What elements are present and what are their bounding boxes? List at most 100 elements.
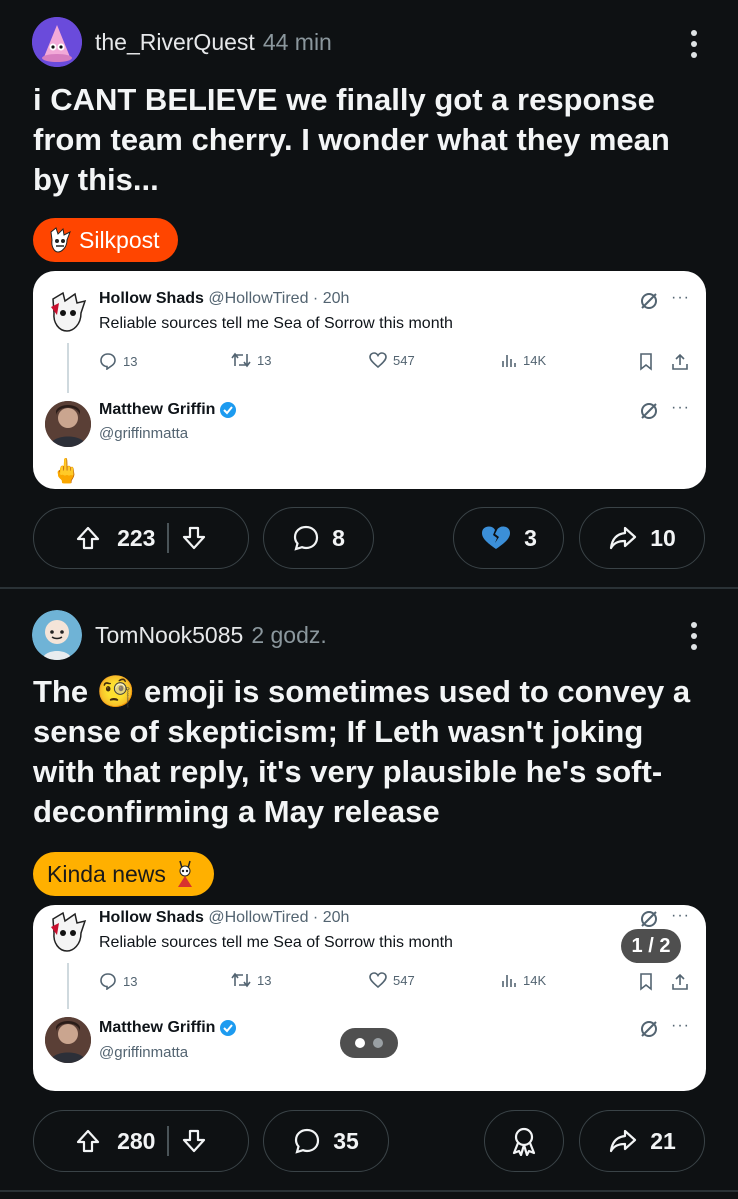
reply-author[interactable]: Matthew Griffin <box>99 1019 237 1037</box>
downvote-icon[interactable] <box>181 1128 207 1154</box>
comment-count: 8 <box>332 524 345 551</box>
share-icon <box>608 525 638 551</box>
retweet-icon <box>231 972 251 988</box>
tweet-author[interactable]: Hollow Shads @HollowTired · 20h <box>99 909 349 927</box>
reply-author[interactable]: Matthew Griffin <box>99 401 237 419</box>
kebab-menu-icon[interactable] <box>690 622 698 655</box>
views-count: 14K <box>523 972 547 988</box>
upvote-icon[interactable] <box>75 1128 101 1154</box>
title-text-start: The <box>33 674 97 709</box>
vote-divider <box>167 1126 169 1156</box>
retweet-icon <box>231 352 251 368</box>
username[interactable]: the_RiverQuest <box>95 29 255 55</box>
like-count: 547 <box>393 352 415 368</box>
tweet-text: Reliable sources tell me Sea of Sorrow t… <box>99 934 453 951</box>
reply-author-avatar[interactable] <box>45 401 91 447</box>
grok-icon[interactable] <box>639 909 659 929</box>
cone-avatar-icon <box>32 17 82 67</box>
mask-avatar-icon <box>51 291 87 332</box>
tweet-author-name: Hollow Shads <box>99 290 204 307</box>
award-button[interactable] <box>484 1110 564 1172</box>
retweet-count: 13 <box>257 972 272 988</box>
gallery-dots[interactable] <box>340 1028 398 1058</box>
reply-author-avatar[interactable] <box>45 1017 91 1063</box>
tweet-avatar[interactable] <box>45 289 91 335</box>
flair-label: Silkpost <box>79 226 160 253</box>
snoo-avatar-icon <box>32 610 82 660</box>
tweet-author[interactable]: Hollow Shads @HollowTired · 20h <box>99 290 349 308</box>
comment-icon <box>293 1127 321 1155</box>
comments-button[interactable]: 8 <box>263 507 374 569</box>
retweet-action[interactable]: 13 <box>231 352 271 368</box>
reply-author-name: Matthew Griffin <box>99 401 216 418</box>
like-action[interactable]: 547 <box>369 972 415 988</box>
tweet-embed-gallery[interactable]: Hollow Shads @HollowTired · 20h Reliable… <box>33 905 706 1091</box>
reply-action[interactable]: 13 <box>99 972 137 990</box>
upload-icon[interactable] <box>671 973 689 991</box>
person-avatar-icon <box>45 401 91 447</box>
broken-heart-award-icon <box>480 525 512 551</box>
grok-icon[interactable] <box>639 1019 659 1039</box>
gallery-dot <box>373 1038 383 1048</box>
vote-divider <box>167 523 169 553</box>
gallery-dot-active <box>355 1038 365 1048</box>
reply-author-name: Matthew Griffin <box>99 1019 216 1036</box>
post-separator <box>0 587 738 589</box>
post-title[interactable]: The 🧐 emoji is sometimes used to convey … <box>33 672 713 832</box>
more-icon[interactable]: ··· <box>671 289 690 307</box>
post-meta: the_RiverQuest 44 min <box>95 29 332 56</box>
award-icon <box>510 1126 538 1156</box>
retweet-action[interactable]: 13 <box>231 972 271 988</box>
bookmark-icon[interactable] <box>639 973 653 991</box>
more-icon[interactable]: ··· <box>671 907 690 925</box>
hornet-icon <box>177 860 192 887</box>
views-action[interactable]: 14K <box>501 972 546 988</box>
post-1[interactable]: the_RiverQuest 44 min i CANT BELIEVE we f… <box>0 0 738 586</box>
reply-count: 13 <box>123 353 138 369</box>
post-title[interactable]: i CANT BELIEVE we finally got a response… <box>33 80 713 200</box>
more-icon[interactable]: ··· <box>671 1017 690 1035</box>
comment-count: 35 <box>333 1127 359 1154</box>
upvote-icon[interactable] <box>75 525 101 551</box>
reply-text: 🖕 <box>51 458 81 485</box>
username[interactable]: TomNook5085 <box>95 622 243 648</box>
views-action[interactable]: 14K <box>501 352 546 368</box>
like-action[interactable]: 547 <box>369 352 415 368</box>
user-avatar[interactable] <box>32 17 82 67</box>
grok-icon[interactable] <box>639 291 659 311</box>
reply-icon <box>100 353 116 370</box>
kebab-menu-icon[interactable] <box>690 30 698 63</box>
flair-kinda-news[interactable]: Kinda news <box>33 852 214 896</box>
reply-action[interactable]: 13 <box>99 352 137 370</box>
share-icon <box>608 1128 638 1154</box>
monocle-emoji: 🧐 <box>96 674 136 709</box>
gallery-counter: 1 / 2 <box>621 929 681 963</box>
share-button[interactable]: 21 <box>579 1110 705 1172</box>
silkpost-mascot-icon <box>50 227 71 253</box>
like-icon <box>369 352 387 368</box>
share-count: 10 <box>650 524 676 551</box>
bookmark-icon[interactable] <box>639 353 653 371</box>
views-icon <box>502 975 516 987</box>
retweet-count: 13 <box>257 352 272 368</box>
upload-icon[interactable] <box>671 353 689 371</box>
tweet-handle: @HollowTired · 20h <box>208 290 350 307</box>
tweet-handle: @HollowTired · 20h <box>208 909 350 926</box>
verified-icon <box>220 402 237 418</box>
flair-silkpost[interactable]: Silkpost <box>33 218 178 262</box>
reply-handle: @griffinmatta <box>99 1044 189 1061</box>
more-icon[interactable]: ··· <box>671 399 690 417</box>
post-meta: TomNook5085 2 godz. <box>95 622 327 649</box>
post-2[interactable]: TomNook5085 2 godz. The 🧐 emoji is someti… <box>0 592 738 1192</box>
user-avatar[interactable] <box>32 610 82 660</box>
award-button[interactable]: 3 <box>453 507 564 569</box>
tweet-avatar[interactable] <box>45 909 91 955</box>
grok-icon[interactable] <box>639 401 659 421</box>
share-button[interactable]: 10 <box>579 507 705 569</box>
post-separator <box>0 1190 738 1192</box>
tweet-embed[interactable]: Hollow Shads @HollowTired · 20h Reliable… <box>33 271 706 489</box>
share-count: 21 <box>650 1127 676 1154</box>
downvote-icon[interactable] <box>181 525 207 551</box>
flair-label: Kinda news <box>47 860 166 887</box>
comments-button[interactable]: 35 <box>263 1110 389 1172</box>
